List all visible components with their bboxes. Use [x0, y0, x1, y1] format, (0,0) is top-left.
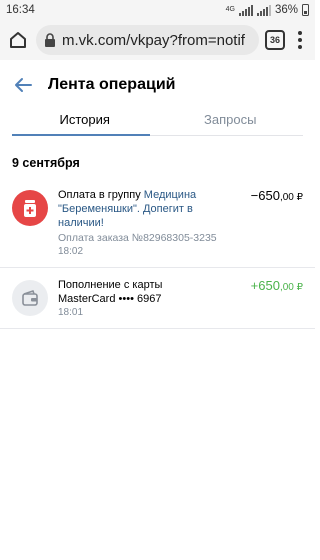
- operation-time: 18:02: [58, 246, 84, 257]
- more-menu-icon[interactable]: [291, 28, 309, 52]
- operation-details: Оплата в группу Медицина "Беременяшки". …: [58, 188, 241, 258]
- home-icon[interactable]: [6, 28, 30, 52]
- operation-title: Оплата в группу Медицина "Беременяшки". …: [58, 189, 197, 229]
- operation-item[interactable]: Оплата в группу Медицина "Беременяшки". …: [0, 178, 315, 268]
- signal-icon-2: [256, 4, 271, 16]
- network-type: 4G: [225, 6, 235, 13]
- url-text: m.vk.com/vkpay?from=notif: [62, 31, 245, 49]
- operation-time: 18:01: [58, 307, 84, 318]
- medicine-icon: [12, 190, 48, 226]
- tab-switcher-button[interactable]: 36: [265, 30, 285, 50]
- operation-title: Пополнение с карты MasterCard •••• 6967: [58, 279, 163, 305]
- status-bar: 16:34 4G 36%: [0, 0, 315, 20]
- tab-bar: История Запросы: [12, 108, 303, 136]
- status-icons: 4G 36%: [226, 4, 309, 16]
- tab-history[interactable]: История: [12, 108, 158, 136]
- back-arrow-icon[interactable]: [12, 74, 34, 96]
- status-time: 16:34: [6, 4, 35, 16]
- page-header: Лента операций: [0, 62, 315, 108]
- operation-amount: −650,00 ₽: [250, 188, 303, 203]
- lock-icon: [45, 33, 55, 47]
- signal-icon: [238, 4, 253, 16]
- operation-details: Пополнение с карты MasterCard •••• 6967 …: [58, 278, 241, 319]
- page-title: Лента операций: [48, 76, 176, 93]
- tab-requests[interactable]: Запросы: [158, 108, 304, 135]
- wallet-icon: [12, 280, 48, 316]
- date-header: 9 сентября: [12, 156, 80, 170]
- battery-percent: 36%: [274, 4, 298, 16]
- address-bar[interactable]: m.vk.com/vkpay?from=notif: [36, 25, 259, 55]
- operation-description: Оплата заказа №82968305-3235: [58, 232, 217, 244]
- browser-toolbar: m.vk.com/vkpay?from=notif 36: [0, 20, 315, 60]
- battery-icon: [302, 4, 309, 16]
- operation-item[interactable]: Пополнение с карты MasterCard •••• 6967 …: [0, 268, 315, 329]
- operation-amount: +650,00 ₽: [250, 278, 303, 293]
